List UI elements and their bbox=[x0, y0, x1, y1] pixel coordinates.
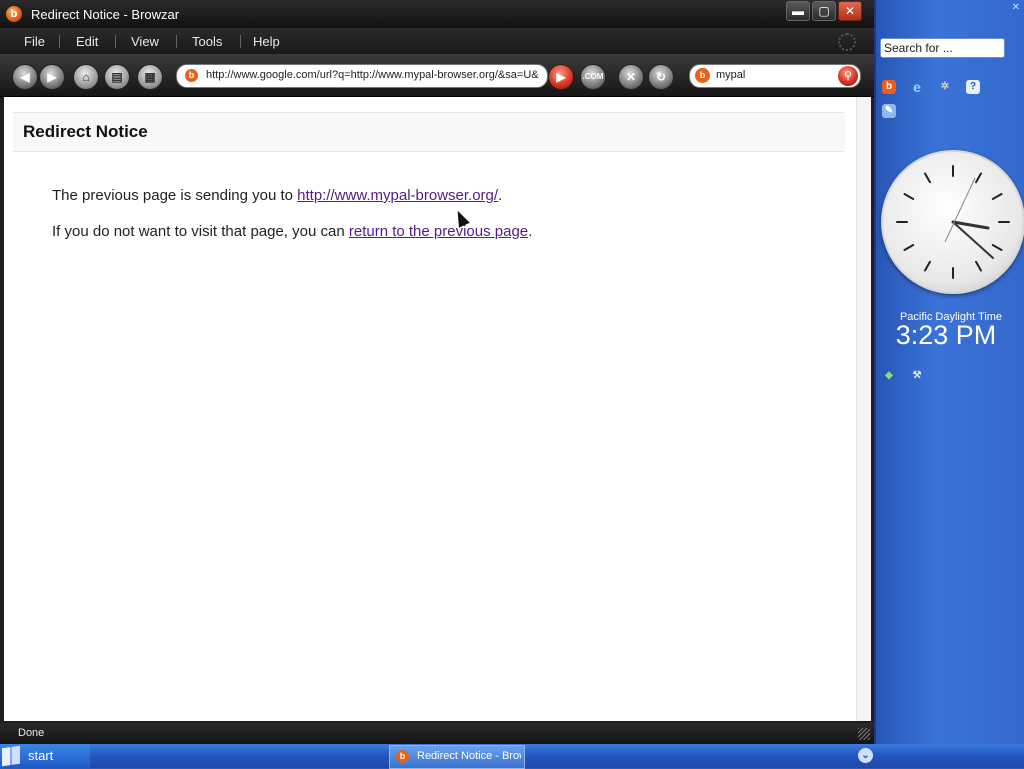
go-button[interactable]: ▶ bbox=[548, 64, 574, 90]
refresh-button[interactable]: ↻ bbox=[648, 64, 674, 90]
window-title: Redirect Notice - Browzar bbox=[31, 7, 180, 22]
start-button[interactable]: start bbox=[0, 744, 90, 768]
internet-explorer-icon[interactable]: e bbox=[910, 80, 924, 94]
tray-chevron-icon[interactable]: ⌄ bbox=[858, 748, 873, 763]
menu-tools[interactable]: Tools bbox=[192, 34, 222, 49]
redirect-text: The previous page is sending you to bbox=[52, 187, 298, 204]
resize-grip-icon[interactable] bbox=[858, 728, 870, 740]
gear-icon[interactable] bbox=[838, 33, 856, 51]
window-controls: ▬ ▢ ✕ bbox=[786, 1, 862, 21]
page-title: Redirect Notice bbox=[23, 122, 148, 141]
redirect-target-link[interactable]: http://www.mypal-browser.org/ bbox=[297, 187, 498, 204]
menu-file[interactable]: File bbox=[24, 34, 45, 49]
search-button[interactable]: ⚲ bbox=[838, 66, 858, 86]
analog-clock bbox=[881, 150, 1024, 294]
back-button[interactable]: ◀ bbox=[12, 64, 38, 90]
desktop-sidebar: ✕ Search for ... b e ✲ ? ✎ Pacific Dayli… bbox=[874, 0, 1024, 744]
home-button[interactable]: ⌂ bbox=[73, 64, 99, 90]
notice-header: Redirect Notice bbox=[13, 112, 845, 152]
sidebar-close-icon[interactable]: ✕ bbox=[1012, 2, 1020, 13]
update-icon[interactable]: ◆ bbox=[882, 369, 896, 383]
maximize-button[interactable]: ▢ bbox=[812, 1, 836, 21]
page-favicon-icon: b bbox=[185, 69, 198, 82]
address-input[interactable]: http://www.google.com/url?q=http://www.m… bbox=[206, 69, 541, 81]
return-text-suffix: . bbox=[528, 223, 533, 240]
menu-separator bbox=[240, 35, 241, 48]
return-previous-link[interactable]: return to the previous page bbox=[349, 223, 528, 240]
menu-separator bbox=[176, 35, 177, 48]
browzar-task-icon: b bbox=[396, 750, 409, 763]
menu-separator bbox=[115, 35, 116, 48]
redirect-message: The previous page is sending you to http… bbox=[52, 187, 502, 204]
status-bar: Done bbox=[0, 723, 874, 744]
vertical-scrollbar[interactable] bbox=[856, 97, 871, 721]
browser-window: b Redirect Notice - Browzar ▬ ▢ ✕ File E… bbox=[0, 0, 874, 744]
search-input[interactable]: mypal bbox=[716, 69, 745, 81]
taskbar-item-label: Redirect Notice - Browzar bbox=[417, 750, 521, 762]
menu-view[interactable]: View bbox=[131, 34, 159, 49]
history-button[interactable]: ▦ bbox=[137, 64, 163, 90]
title-bar[interactable]: b Redirect Notice - Browzar ▬ ▢ ✕ bbox=[0, 0, 874, 28]
dotcom-button[interactable]: .COM bbox=[580, 64, 606, 90]
status-text: Done bbox=[18, 727, 45, 739]
help-icon[interactable]: ? bbox=[966, 80, 980, 94]
navigation-toolbar: ◀ ▶ ⌂ ▤ ▦ b http://www.google.com/url?q=… bbox=[0, 54, 874, 97]
redirect-text-suffix: . bbox=[498, 187, 503, 204]
page-content: Redirect Notice The previous page is sen… bbox=[4, 97, 856, 721]
network-icon[interactable]: ✲ bbox=[938, 80, 952, 94]
taskbar: start b Redirect Notice - Browzar ⌄ bbox=[0, 744, 1024, 769]
windows-logo-icon bbox=[2, 745, 20, 767]
menu-help[interactable]: Help bbox=[253, 34, 280, 49]
print-button[interactable]: ▤ bbox=[104, 64, 130, 90]
close-button[interactable]: ✕ bbox=[838, 1, 862, 21]
menu-bar: File Edit View Tools Help bbox=[0, 28, 874, 54]
clock-face bbox=[896, 165, 1010, 279]
digital-time: 3:23 PM bbox=[895, 320, 997, 350]
forward-button[interactable]: ▶ bbox=[39, 64, 65, 90]
stop-button[interactable]: ✕ bbox=[618, 64, 644, 90]
minimize-button[interactable]: ▬ bbox=[786, 1, 810, 21]
search-engine-icon: b bbox=[695, 68, 710, 83]
return-text: If you do not want to visit that page, y… bbox=[52, 223, 349, 240]
menu-edit[interactable]: Edit bbox=[76, 34, 98, 49]
sidebar-search-input[interactable]: Search for ... bbox=[880, 38, 1005, 58]
address-bar[interactable]: b http://www.google.com/url?q=http://www… bbox=[176, 64, 548, 88]
settings-shortcut-icon[interactable]: ✎ bbox=[882, 104, 896, 118]
taskbar-item-browzar[interactable]: b Redirect Notice - Browzar bbox=[389, 745, 525, 769]
browzar-logo-icon: b bbox=[6, 6, 22, 22]
search-box[interactable]: b mypal ⚲ bbox=[689, 64, 861, 88]
menu-separator bbox=[59, 35, 60, 48]
browzar-shortcut-icon[interactable]: b bbox=[882, 80, 896, 94]
start-label: start bbox=[28, 748, 54, 763]
tools-icon[interactable]: ⚒ bbox=[910, 369, 924, 383]
